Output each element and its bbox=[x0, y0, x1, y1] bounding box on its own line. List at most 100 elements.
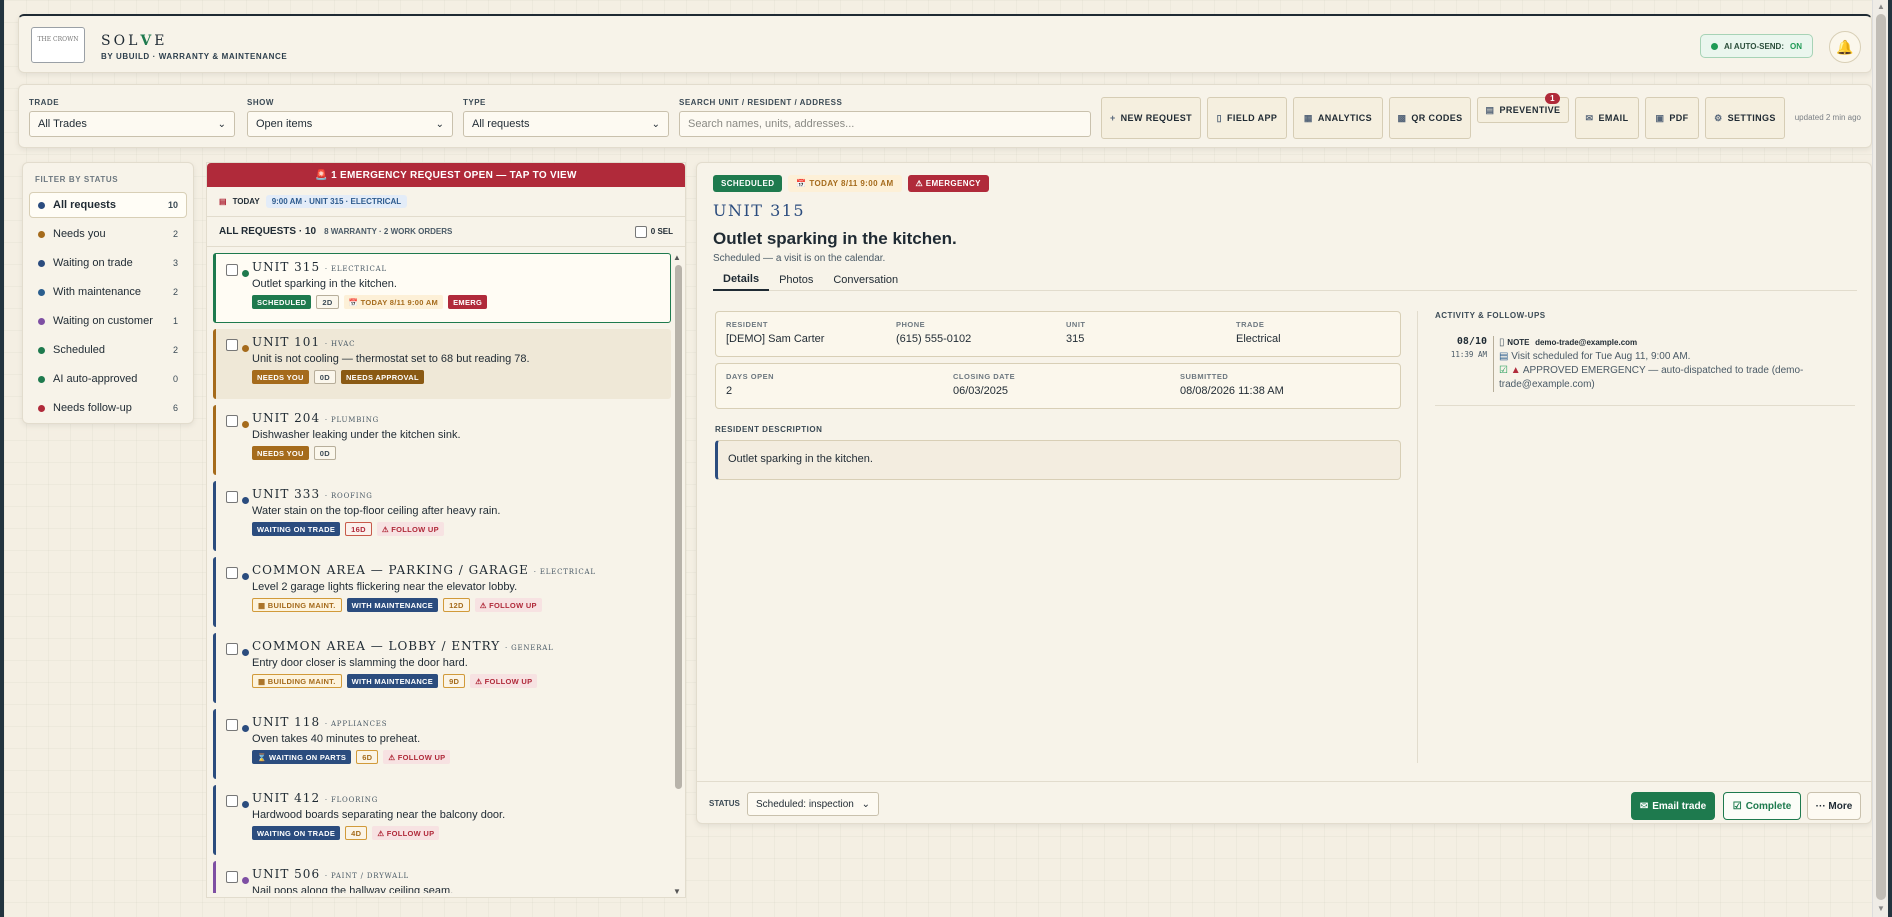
detail-date-badge: 📅 TODAY 8/11 9:00 AM bbox=[788, 175, 902, 192]
settings-button[interactable]: ⚙ SETTINGS bbox=[1705, 97, 1785, 139]
status-filter-item[interactable]: Waiting on customer 1 bbox=[29, 308, 187, 334]
status-filter-item[interactable]: AI auto-approved 0 bbox=[29, 366, 187, 392]
status-badge: 9D bbox=[443, 674, 466, 688]
field-app-button[interactable]: ▯ FIELD APP bbox=[1207, 97, 1287, 139]
activity-panel: ACTIVITY & FOLLOW-UPS 08/10 11:39 AM ▯ N… bbox=[1435, 311, 1855, 406]
printer-icon: ▣ bbox=[1655, 112, 1665, 123]
unit-field: UNIT 315 bbox=[1066, 320, 1086, 345]
scroll-down-icon[interactable]: ▼ bbox=[1876, 904, 1886, 913]
request-list-item[interactable]: UNIT 118 · APPLIANCES Oven takes 40 minut… bbox=[213, 709, 671, 779]
request-list-item[interactable]: UNIT 315 · ELECTRICAL Outlet sparking in … bbox=[213, 253, 671, 323]
brand-name: SOLVE bbox=[101, 33, 168, 49]
search-input[interactable]: Search names, units, addresses... bbox=[679, 111, 1091, 137]
page-scrollbar-thumb[interactable] bbox=[1876, 14, 1886, 900]
request-title: UNIT 204 · PLUMBING bbox=[252, 411, 380, 425]
new-request-button[interactable]: + NEW REQUEST bbox=[1101, 97, 1201, 139]
row-checkbox[interactable] bbox=[226, 719, 238, 731]
list-scrollbar-thumb[interactable] bbox=[675, 265, 682, 789]
request-description: Unit is not cooling — thermostat set to … bbox=[252, 353, 530, 365]
status-filter-item[interactable]: All requests 10 bbox=[29, 192, 187, 218]
tab-conversation[interactable]: Conversation bbox=[823, 269, 908, 291]
status-dot-icon bbox=[38, 288, 45, 296]
status-badge: 4D bbox=[345, 826, 368, 840]
request-list-item[interactable]: COMMON AREA — LOBBY / ENTRY · GENERAL Ent… bbox=[213, 633, 671, 703]
request-list-item[interactable]: UNIT 412 · FLOORING Hardwood boards separ… bbox=[213, 785, 671, 855]
status-filter-item[interactable]: Needs you 2 bbox=[29, 221, 187, 247]
row-checkbox[interactable] bbox=[226, 567, 238, 579]
scroll-up-icon[interactable]: ▲ bbox=[1876, 2, 1886, 11]
request-title: UNIT 506 · PAINT / DRYWALL bbox=[252, 867, 409, 881]
today-row: ▤ TODAY 9:00 AM · UNIT 315 · ELECTRICAL bbox=[207, 187, 685, 217]
status-filter-list: All requests 10 Needs you 2 Waiting on trade… bbox=[23, 192, 193, 421]
chevron-down-icon: ⌄ bbox=[861, 798, 870, 810]
request-list-item[interactable]: UNIT 333 · ROOFING Water stain on the top… bbox=[213, 481, 671, 551]
envelope-icon: ✉ bbox=[1585, 112, 1594, 123]
row-checkbox[interactable] bbox=[226, 264, 238, 276]
today-appointment-chip[interactable]: 9:00 AM · UNIT 315 · ELECTRICAL bbox=[265, 195, 408, 208]
search-group: SEARCH UNIT / RESIDENT / ADDRESS Search … bbox=[679, 98, 1091, 137]
tab-details[interactable]: Details bbox=[713, 269, 770, 291]
request-description: Dishwasher leaking under the kitchen sin… bbox=[252, 429, 461, 441]
list-scrollbar[interactable]: ▲ ▼ bbox=[673, 253, 683, 896]
request-list-panel: 🚨 1 EMERGENCY REQUEST OPEN — TAP TO VIEW… bbox=[206, 162, 686, 898]
trade-filter: TRADE All Trades ⌄ bbox=[29, 98, 235, 137]
detail-status-badge: SCHEDULED bbox=[713, 175, 783, 192]
request-tags: ⌛ WAITING ON PARTS 6D ⚠ FOLLOW UP bbox=[252, 750, 671, 764]
preventive-count-badge: 1 bbox=[1545, 93, 1560, 104]
status-badge: SCHEDULED bbox=[252, 295, 312, 309]
status-dot-icon bbox=[38, 375, 45, 383]
request-list-item[interactable]: COMMON AREA — PARKING / GARAGE · ELECTRI… bbox=[213, 557, 671, 627]
activity-body: ▯ NOTE demo-trade@example.com ▤ Visit sc… bbox=[1499, 337, 1804, 390]
trade-select[interactable]: All Trades ⌄ bbox=[29, 111, 235, 137]
status-badge: WAITING ON TRADE bbox=[252, 826, 341, 840]
row-checkbox[interactable] bbox=[226, 339, 238, 351]
note-icon: ▯ bbox=[1499, 337, 1505, 348]
status-filter-item[interactable]: Waiting on trade 3 bbox=[29, 250, 187, 276]
status-filter-item[interactable]: Scheduled 2 bbox=[29, 337, 187, 363]
page-scrollbar[interactable]: ▲ ▼ bbox=[1872, 0, 1888, 917]
request-list-item[interactable]: UNIT 204 · PLUMBING Dishwasher leaking un… bbox=[213, 405, 671, 475]
status-dot-icon bbox=[1711, 42, 1718, 50]
row-checkbox[interactable] bbox=[226, 415, 238, 427]
type-select[interactable]: All requests ⌄ bbox=[463, 111, 669, 137]
row-checkbox[interactable] bbox=[226, 643, 238, 655]
status-dot-icon bbox=[38, 230, 45, 238]
calendar-icon: ▤ bbox=[1485, 104, 1495, 115]
activity-title: ACTIVITY & FOLLOW-UPS bbox=[1435, 311, 1546, 320]
ai-auto-send-toggle[interactable]: AI AUTO-SEND: ON bbox=[1700, 34, 1813, 58]
chevron-down-icon: ⌄ bbox=[651, 118, 660, 130]
show-select[interactable]: Open items ⌄ bbox=[247, 111, 453, 137]
status-filter-item[interactable]: With maintenance 2 bbox=[29, 279, 187, 305]
row-checkbox[interactable] bbox=[226, 491, 238, 503]
pdf-button[interactable]: ▣ PDF bbox=[1645, 97, 1699, 139]
bell-icon[interactable]: 🔔 bbox=[1829, 31, 1861, 63]
qr-codes-button[interactable]: ▩ QR CODES bbox=[1389, 97, 1471, 139]
preventive-button[interactable]: ▤ PREVENTIVE 1 bbox=[1477, 93, 1569, 123]
gear-icon: ⚙ bbox=[1714, 112, 1723, 123]
complete-button[interactable]: ☑ Complete bbox=[1723, 792, 1801, 820]
status-filter-item[interactable]: Needs follow-up 6 bbox=[29, 395, 187, 421]
select-all[interactable]: 0 SEL bbox=[634, 225, 673, 238]
email-trade-button[interactable]: ✉ Email trade bbox=[1631, 792, 1715, 820]
row-checkbox[interactable] bbox=[226, 795, 238, 807]
request-description: Water stain on the top-floor ceiling aft… bbox=[252, 505, 501, 517]
request-title: COMMON AREA — PARKING / GARAGE · ELECTRI… bbox=[252, 563, 596, 577]
status-dot-icon bbox=[242, 270, 249, 277]
status-badge: NEEDS APPROVAL bbox=[340, 370, 424, 384]
tab-photos[interactable]: Photos bbox=[769, 269, 823, 291]
select-all-checkbox[interactable] bbox=[634, 225, 647, 238]
timeline-line bbox=[1493, 336, 1494, 392]
email-button[interactable]: ✉ EMAIL bbox=[1575, 97, 1639, 139]
status-badge: EMERG bbox=[448, 295, 488, 309]
more-button[interactable]: ··· More bbox=[1807, 792, 1861, 820]
request-list-item[interactable]: UNIT 506 · PAINT / DRYWALL Nail pops alon… bbox=[213, 861, 671, 893]
request-title: UNIT 101 · HVAC bbox=[252, 335, 356, 349]
type-filter: TYPE All requests ⌄ bbox=[463, 98, 669, 137]
status-select[interactable]: Scheduled: inspection ⌄ bbox=[747, 792, 879, 816]
status-badge: ▦ BUILDING MAINT. bbox=[252, 674, 342, 688]
row-checkbox[interactable] bbox=[226, 871, 238, 883]
status-badge: WITH MAINTENANCE bbox=[346, 598, 439, 612]
emergency-banner[interactable]: 🚨 1 EMERGENCY REQUEST OPEN — TAP TO VIEW bbox=[207, 163, 685, 187]
request-list-item[interactable]: UNIT 101 · HVAC Unit is not cooling — the… bbox=[213, 329, 671, 399]
analytics-button[interactable]: ▦ ANALYTICS bbox=[1293, 97, 1383, 139]
